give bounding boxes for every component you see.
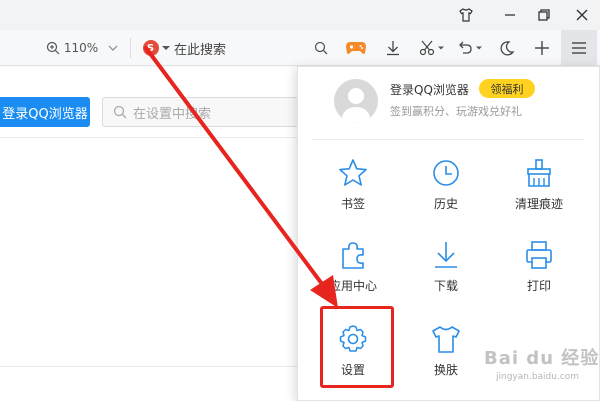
baidu-watermark: Bai du 经验	[484, 348, 600, 369]
baidu-watermark-url: jingyan.baidu.com	[496, 372, 580, 382]
annotation-arrow	[144, 46, 338, 308]
